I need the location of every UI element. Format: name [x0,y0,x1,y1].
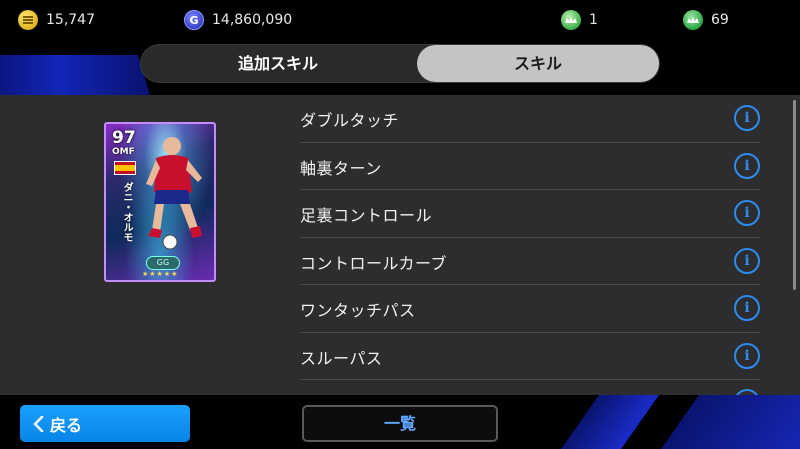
skill-name: ダブルタッチ [300,111,400,130]
list-item[interactable]: 足裏コントロール i [300,190,760,238]
ticket-a-amount: 1 [589,12,598,28]
list-item[interactable]: スルーパス i [300,333,760,380]
scrollbar[interactable] [793,100,796,290]
player-position: OMF [112,147,135,157]
ticket-a-balance: 1 [561,9,598,31]
info-icon[interactable]: i [734,342,760,369]
spain-flag-icon [114,161,136,175]
coin-icon [18,10,38,30]
player-image [146,137,202,250]
player-rating: 97 [112,128,136,148]
tab-skills[interactable]: スキル [417,45,659,82]
coin-balance: 15,747 [18,9,95,31]
skill-list: ダブルタッチ i 軸裏ターン i 足裏コントロール i コントロールカーブ i … [300,95,760,415]
decorative-band [0,55,150,95]
info-icon[interactable]: i [734,200,760,226]
player-card[interactable]: 97 OMF ダニ・オルモ GG ★★★★★ [104,122,216,282]
gp-icon: G [184,10,204,30]
gp-symbol: G [189,13,199,27]
skill-name: ワンタッチパス [300,301,416,320]
decorative-stripe [561,395,659,449]
back-button[interactable]: 戻る [20,405,190,442]
info-icon[interactable]: i [734,152,760,179]
card-stars: ★★★★★ [142,270,179,278]
player-name: ダニ・オルモ [121,182,132,242]
tab-additional-skills[interactable]: 追加スキル [141,45,415,82]
list-item[interactable]: 軸裏ターン i [300,143,760,190]
ticket-b-balance: 69 [683,9,729,31]
info-icon[interactable]: i [734,295,760,321]
chevron-left-icon [33,415,44,432]
ticket-icon [561,10,581,30]
list-item[interactable]: ダブルタッチ i [300,95,760,143]
skill-tabs: 追加スキル スキル [140,44,660,83]
trainer-icon [683,10,703,30]
info-icon[interactable]: i [734,105,760,131]
card-badge: GG [146,256,180,270]
list-button[interactable]: 一覧 [302,405,498,442]
ticket-b-amount: 69 [711,12,729,28]
back-label: 戻る [50,415,83,435]
decorative-stripe [661,395,800,449]
gp-amount: 14,860,090 [212,12,293,28]
currency-bar: 15,747 G 14,860,090 1 69 [0,0,800,40]
skill-name: スルーパス [300,348,383,368]
info-icon[interactable]: i [734,247,760,274]
list-item[interactable]: コントロールカーブ i [300,238,760,285]
gp-balance: G 14,860,090 [184,9,292,31]
list-item[interactable]: ワンタッチパス i [300,285,760,333]
coin-amount: 15,747 [46,12,95,28]
skill-name: 足裏コントロール [300,206,433,225]
skill-name: コントロールカーブ [300,253,448,273]
skill-name: 軸裏ターン [300,158,382,178]
